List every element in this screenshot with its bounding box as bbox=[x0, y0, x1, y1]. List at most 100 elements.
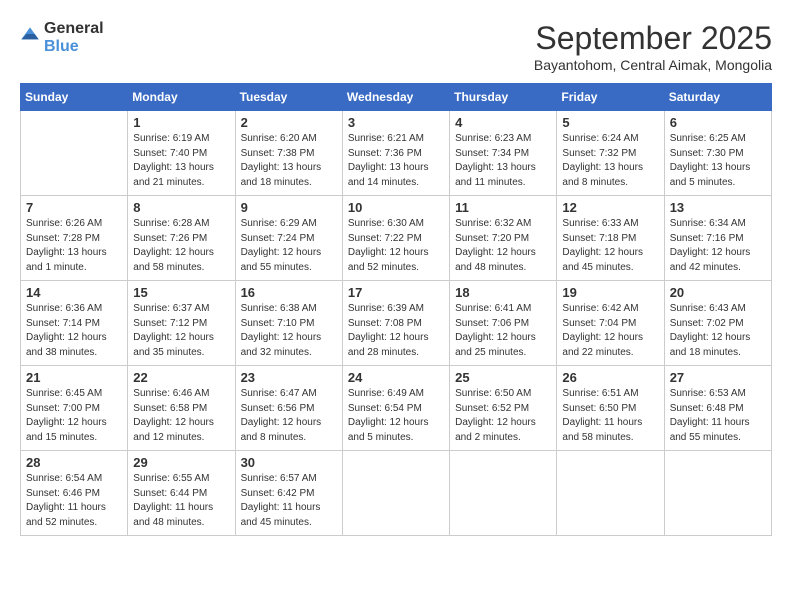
day-header-thursday: Thursday bbox=[450, 84, 557, 111]
calendar-cell: 12 Sunrise: 6:33 AMSunset: 7:18 PMDayligh… bbox=[557, 196, 664, 281]
logo: General Blue bbox=[20, 20, 104, 56]
calendar-cell: 20 Sunrise: 6:43 AMSunset: 7:02 PMDayligh… bbox=[664, 281, 771, 366]
day-number: 1 bbox=[133, 115, 229, 130]
title-block: September 2025 Bayantohom, Central Aimak… bbox=[534, 20, 772, 73]
day-info: Sunrise: 6:47 AMSunset: 6:56 PMDaylight:… bbox=[241, 387, 337, 445]
day-number: 7 bbox=[26, 200, 122, 215]
day-info: Sunrise: 6:26 AMSunset: 7:28 PMDaylight:… bbox=[26, 217, 122, 275]
day-number: 27 bbox=[670, 370, 766, 385]
calendar-cell bbox=[21, 111, 128, 196]
day-info: Sunrise: 6:29 AMSunset: 7:24 PMDaylight:… bbox=[241, 217, 337, 275]
calendar-cell: 26 Sunrise: 6:51 AMSunset: 6:50 PMDayligh… bbox=[557, 366, 664, 451]
calendar-week-3: 14 Sunrise: 6:36 AMSunset: 7:14 PMDayligh… bbox=[21, 281, 772, 366]
day-number: 12 bbox=[562, 200, 658, 215]
day-number: 28 bbox=[26, 455, 122, 470]
day-number: 10 bbox=[348, 200, 444, 215]
calendar-cell: 24 Sunrise: 6:49 AMSunset: 6:54 PMDayligh… bbox=[342, 366, 449, 451]
day-number: 30 bbox=[241, 455, 337, 470]
day-number: 20 bbox=[670, 285, 766, 300]
day-number: 18 bbox=[455, 285, 551, 300]
day-number: 2 bbox=[241, 115, 337, 130]
calendar-cell: 5Sunrise: 6:24 AMSunset: 7:32 PMDaylight… bbox=[557, 111, 664, 196]
day-number: 13 bbox=[670, 200, 766, 215]
day-header-saturday: Saturday bbox=[664, 84, 771, 111]
day-number: 3 bbox=[348, 115, 444, 130]
day-info: Sunrise: 6:25 AMSunset: 7:30 PMDaylight:… bbox=[670, 132, 766, 190]
calendar-cell: 10 Sunrise: 6:30 AMSunset: 7:22 PMDayligh… bbox=[342, 196, 449, 281]
calendar-cell: 3 Sunrise: 6:21 AMSunset: 7:36 PMDaylight… bbox=[342, 111, 449, 196]
day-info: Sunrise: 6:49 AMSunset: 6:54 PMDaylight:… bbox=[348, 387, 444, 445]
calendar-cell: 16Sunrise: 6:38 AMSunset: 7:10 PMDayligh… bbox=[235, 281, 342, 366]
calendar-cell bbox=[664, 451, 771, 536]
day-header-wednesday: Wednesday bbox=[342, 84, 449, 111]
day-number: 22 bbox=[133, 370, 229, 385]
day-number: 4 bbox=[455, 115, 551, 130]
calendar-cell: 30 Sunrise: 6:57 AMSunset: 6:42 PMDayligh… bbox=[235, 451, 342, 536]
day-info: Sunrise: 6:30 AMSunset: 7:22 PMDaylight:… bbox=[348, 217, 444, 275]
calendar-week-4: 21 Sunrise: 6:45 AMSunset: 7:00 PMDayligh… bbox=[21, 366, 772, 451]
day-info: Sunrise: 6:19 AMSunset: 7:40 PMDaylight:… bbox=[133, 132, 229, 190]
month-title: September 2025 bbox=[534, 20, 772, 57]
day-number: 5 bbox=[562, 115, 658, 130]
calendar-week-1: 1 Sunrise: 6:19 AMSunset: 7:40 PMDaylight… bbox=[21, 111, 772, 196]
day-header-sunday: Sunday bbox=[21, 84, 128, 111]
day-info: Sunrise: 6:23 AMSunset: 7:34 PMDaylight:… bbox=[455, 132, 551, 190]
calendar-cell: 17 Sunrise: 6:39 AMSunset: 7:08 PMDayligh… bbox=[342, 281, 449, 366]
calendar-week-2: 7 Sunrise: 6:26 AMSunset: 7:28 PMDaylight… bbox=[21, 196, 772, 281]
day-number: 9 bbox=[241, 200, 337, 215]
logo-icon bbox=[20, 26, 40, 46]
day-info: Sunrise: 6:51 AMSunset: 6:50 PMDaylight:… bbox=[562, 387, 658, 445]
logo-blue: Blue bbox=[44, 38, 104, 56]
day-info: Sunrise: 6:28 AMSunset: 7:26 PMDaylight:… bbox=[133, 217, 229, 275]
calendar-cell: 11Sunrise: 6:32 AMSunset: 7:20 PMDayligh… bbox=[450, 196, 557, 281]
day-info: Sunrise: 6:54 AMSunset: 6:46 PMDaylight:… bbox=[26, 472, 122, 530]
calendar-cell: 22 Sunrise: 6:46 AMSunset: 6:58 PMDayligh… bbox=[128, 366, 235, 451]
day-number: 26 bbox=[562, 370, 658, 385]
calendar-cell: 1 Sunrise: 6:19 AMSunset: 7:40 PMDaylight… bbox=[128, 111, 235, 196]
location: Bayantohom, Central Aimak, Mongolia bbox=[534, 57, 772, 73]
day-info: Sunrise: 6:33 AMSunset: 7:18 PMDaylight:… bbox=[562, 217, 658, 275]
day-header-friday: Friday bbox=[557, 84, 664, 111]
day-number: 15 bbox=[133, 285, 229, 300]
day-info: Sunrise: 6:20 AMSunset: 7:38 PMDaylight:… bbox=[241, 132, 337, 190]
day-info: Sunrise: 6:34 AMSunset: 7:16 PMDaylight:… bbox=[670, 217, 766, 275]
day-info: Sunrise: 6:43 AMSunset: 7:02 PMDaylight:… bbox=[670, 302, 766, 360]
day-number: 11 bbox=[455, 200, 551, 215]
calendar-cell: 29Sunrise: 6:55 AMSunset: 6:44 PMDayligh… bbox=[128, 451, 235, 536]
day-info: Sunrise: 6:36 AMSunset: 7:14 PMDaylight:… bbox=[26, 302, 122, 360]
day-number: 16 bbox=[241, 285, 337, 300]
calendar-cell: 14 Sunrise: 6:36 AMSunset: 7:14 PMDayligh… bbox=[21, 281, 128, 366]
calendar-body: 1 Sunrise: 6:19 AMSunset: 7:40 PMDaylight… bbox=[21, 111, 772, 536]
calendar-cell: 27 Sunrise: 6:53 AMSunset: 6:48 PMDayligh… bbox=[664, 366, 771, 451]
calendar-cell: 13 Sunrise: 6:34 AMSunset: 7:16 PMDayligh… bbox=[664, 196, 771, 281]
day-number: 21 bbox=[26, 370, 122, 385]
day-info: Sunrise: 6:55 AMSunset: 6:44 PMDaylight:… bbox=[133, 472, 229, 530]
day-number: 8 bbox=[133, 200, 229, 215]
day-info: Sunrise: 6:21 AMSunset: 7:36 PMDaylight:… bbox=[348, 132, 444, 190]
day-number: 19 bbox=[562, 285, 658, 300]
calendar-cell: 18 Sunrise: 6:41 AMSunset: 7:06 PMDayligh… bbox=[450, 281, 557, 366]
calendar-cell: 28 Sunrise: 6:54 AMSunset: 6:46 PMDayligh… bbox=[21, 451, 128, 536]
calendar-cell bbox=[342, 451, 449, 536]
day-info: Sunrise: 6:41 AMSunset: 7:06 PMDaylight:… bbox=[455, 302, 551, 360]
day-info: Sunrise: 6:46 AMSunset: 6:58 PMDaylight:… bbox=[133, 387, 229, 445]
calendar-cell: 6Sunrise: 6:25 AMSunset: 7:30 PMDaylight… bbox=[664, 111, 771, 196]
day-info: Sunrise: 6:57 AMSunset: 6:42 PMDaylight:… bbox=[241, 472, 337, 530]
calendar-cell: 9 Sunrise: 6:29 AMSunset: 7:24 PMDaylight… bbox=[235, 196, 342, 281]
day-number: 24 bbox=[348, 370, 444, 385]
day-number: 25 bbox=[455, 370, 551, 385]
day-info: Sunrise: 6:45 AMSunset: 7:00 PMDaylight:… bbox=[26, 387, 122, 445]
calendar-cell: 23Sunrise: 6:47 AMSunset: 6:56 PMDayligh… bbox=[235, 366, 342, 451]
calendar-cell: 19Sunrise: 6:42 AMSunset: 7:04 PMDayligh… bbox=[557, 281, 664, 366]
day-number: 17 bbox=[348, 285, 444, 300]
calendar-cell: 25Sunrise: 6:50 AMSunset: 6:52 PMDayligh… bbox=[450, 366, 557, 451]
calendar-cell: 2 Sunrise: 6:20 AMSunset: 7:38 PMDaylight… bbox=[235, 111, 342, 196]
day-info: Sunrise: 6:39 AMSunset: 7:08 PMDaylight:… bbox=[348, 302, 444, 360]
calendar-cell bbox=[450, 451, 557, 536]
day-number: 14 bbox=[26, 285, 122, 300]
logo-general: General bbox=[44, 20, 104, 38]
day-header-tuesday: Tuesday bbox=[235, 84, 342, 111]
calendar-cell bbox=[557, 451, 664, 536]
calendar-cell: 8 Sunrise: 6:28 AMSunset: 7:26 PMDaylight… bbox=[128, 196, 235, 281]
day-info: Sunrise: 6:53 AMSunset: 6:48 PMDaylight:… bbox=[670, 387, 766, 445]
